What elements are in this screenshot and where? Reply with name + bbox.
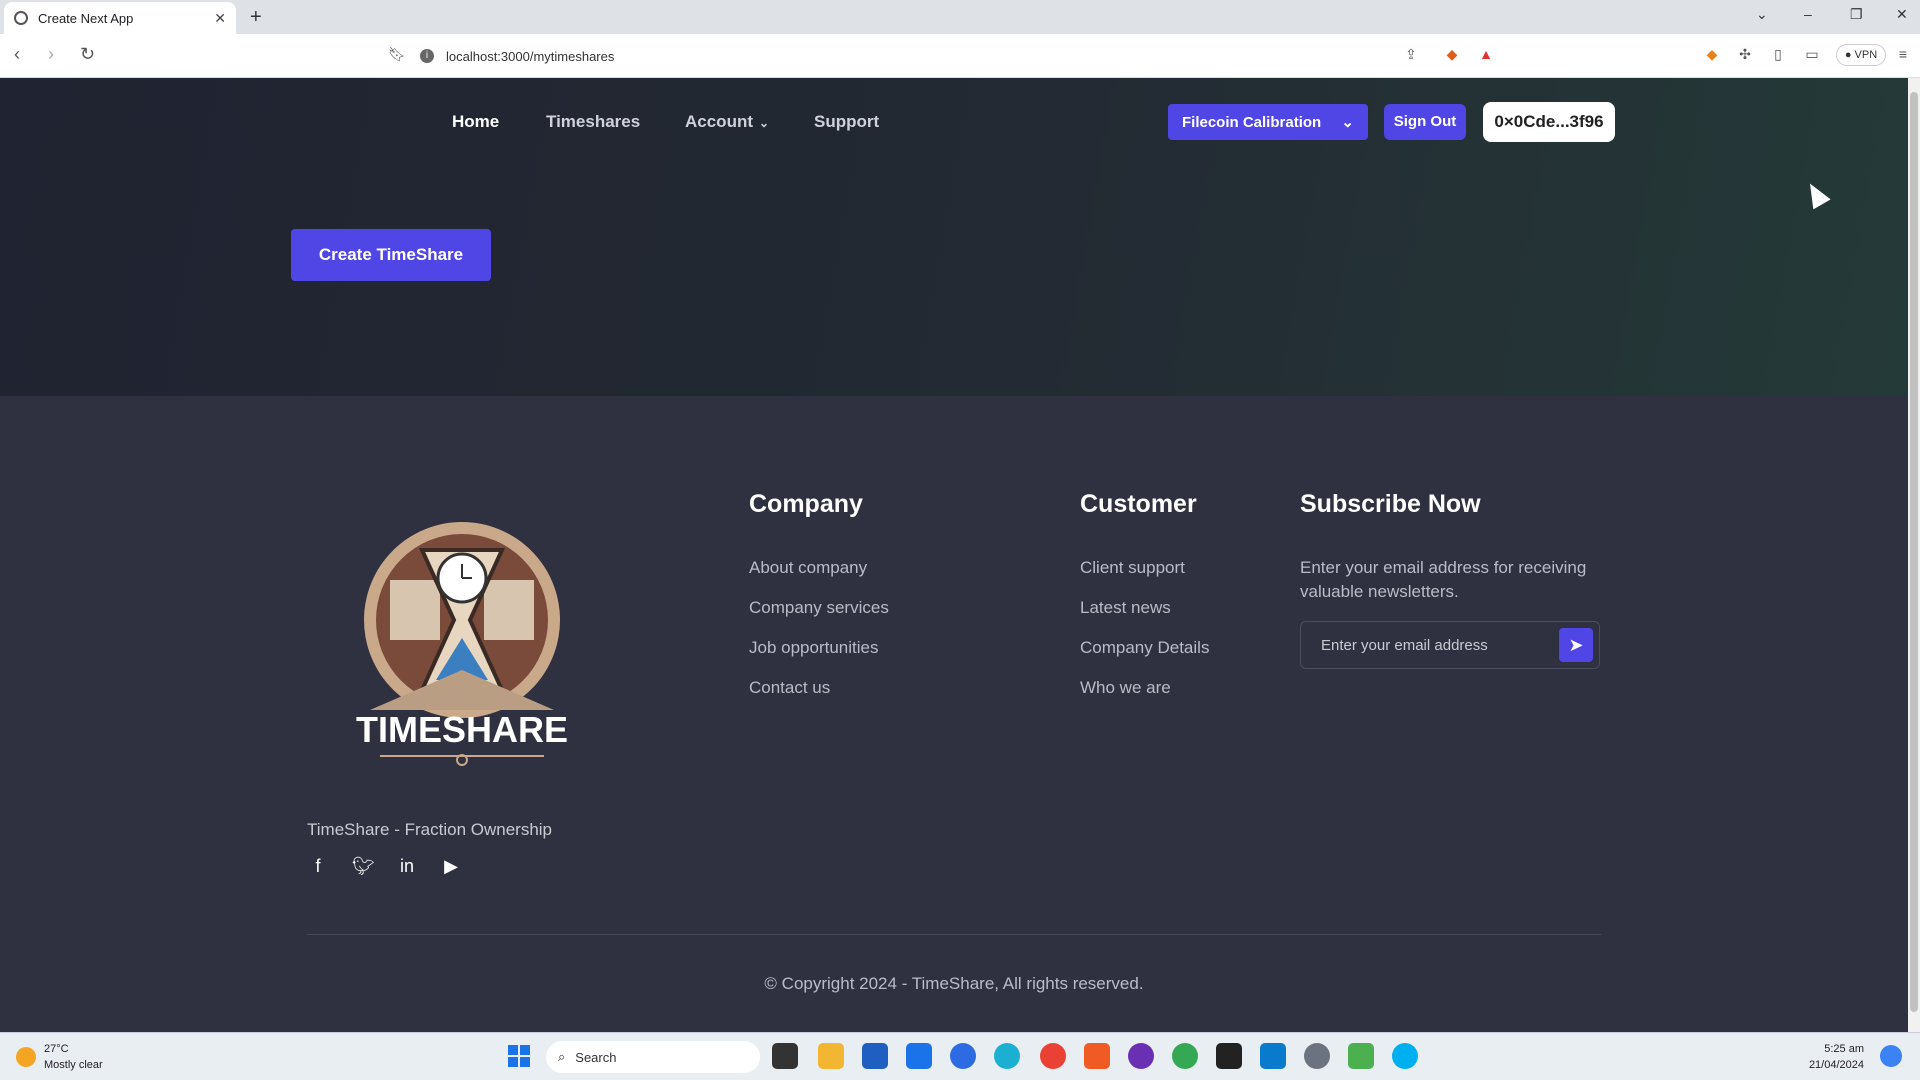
- mail-icon[interactable]: [906, 1043, 932, 1069]
- nav-account-label: Account: [685, 112, 753, 131]
- company-link[interactable]: About company: [749, 558, 867, 578]
- taskbar-search[interactable]: ⌕ Search: [546, 1041, 760, 1073]
- company-heading: Company: [749, 490, 863, 518]
- chrome-icon[interactable]: [1040, 1043, 1066, 1069]
- menu-icon[interactable]: ≡: [1894, 46, 1912, 64]
- nav-account[interactable]: Account ⌄: [685, 112, 769, 132]
- company-link[interactable]: Contact us: [749, 678, 830, 698]
- app-icon[interactable]: [1128, 1043, 1154, 1069]
- url-text: localhost:3000/mytimeshares: [446, 48, 615, 64]
- metamask-icon[interactable]: ◆: [1703, 46, 1721, 64]
- windows-start-icon[interactable]: [508, 1045, 530, 1067]
- search-icon: ⌕: [558, 1049, 566, 1064]
- page-scrollbar[interactable]: [1908, 78, 1920, 1032]
- footer-divider: [307, 934, 1601, 935]
- brave-shield-icon[interactable]: ◆: [1443, 46, 1461, 64]
- weather-widget[interactable]: 27°C Mostly clear: [16, 1041, 103, 1073]
- bookmark-icon[interactable]: 🔖︎: [388, 46, 406, 64]
- tab-title: Create Next App: [38, 10, 134, 26]
- forward-icon[interactable]: ›: [48, 44, 54, 65]
- chevron-down-icon: ⌄: [759, 116, 770, 130]
- vpn-button[interactable]: ● VPN: [1836, 44, 1886, 66]
- close-tab-icon[interactable]: ✕: [214, 10, 226, 27]
- date: 21/04/2024: [1808, 1059, 1864, 1071]
- web-page: Home Timeshares Account ⌄ Support Filecoi…: [0, 78, 1908, 1032]
- customer-heading: Customer: [1080, 490, 1197, 518]
- email-input[interactable]: [1321, 636, 1559, 654]
- share-icon[interactable]: ⇪: [1402, 46, 1420, 64]
- svg-text:TIMESHARE: TIMESHARE: [356, 709, 568, 750]
- timeshare-logo: TIMESHARE: [356, 522, 568, 766]
- network-select-value: Filecoin Calibration: [1182, 113, 1322, 131]
- zoom-icon[interactable]: [950, 1043, 976, 1069]
- send-icon[interactable]: ➤: [1559, 628, 1593, 662]
- chevron-down-icon: ⌄: [1341, 114, 1354, 131]
- company-link[interactable]: Company services: [749, 598, 889, 618]
- mouse-cursor: [1801, 178, 1831, 210]
- weather-status: Mostly clear: [44, 1059, 103, 1071]
- wallet-address-button[interactable]: 0×0Cde...3f96: [1483, 102, 1615, 142]
- footer-tagline: TimeShare - Fraction Ownership: [307, 820, 553, 839]
- network-select[interactable]: Filecoin Calibration ⌄: [1168, 104, 1368, 140]
- notification-icon[interactable]: [1880, 1045, 1902, 1067]
- address-bar[interactable]: i localhost:3000/mytimeshares: [420, 40, 1500, 72]
- browser-tab[interactable]: Create Next App ✕: [4, 2, 236, 34]
- skype-icon[interactable]: [1392, 1043, 1418, 1069]
- terminal-icon[interactable]: [1216, 1043, 1242, 1069]
- new-tab-button[interactable]: +: [250, 6, 262, 29]
- customer-link[interactable]: Company Details: [1080, 638, 1209, 658]
- reload-icon[interactable]: ↻: [80, 44, 95, 65]
- edge-icon[interactable]: [994, 1043, 1020, 1069]
- nav-support[interactable]: Support: [814, 112, 879, 132]
- footer: TIMESHARE TimeShare - Fraction Ownership…: [0, 396, 1908, 1032]
- copyright: © Copyright 2024 - TimeShare, All rights…: [764, 974, 1144, 993]
- vscode-icon[interactable]: [1260, 1043, 1286, 1069]
- twitter-icon[interactable]: 🐦︎: [352, 856, 375, 878]
- brave-icon[interactable]: [1084, 1043, 1110, 1069]
- browser-toolbar: ‹ › ↻ 🔖︎ i localhost:3000/mytimeshares ⇪…: [0, 34, 1920, 78]
- company-link[interactable]: Job opportunities: [749, 638, 878, 658]
- customer-link[interactable]: Who we are: [1080, 678, 1171, 698]
- subscribe-text: Enter your email address for receiving v…: [1300, 558, 1587, 601]
- facebook-icon[interactable]: f: [307, 856, 329, 878]
- site-info-icon[interactable]: i: [420, 49, 434, 63]
- search-label: Search: [575, 1049, 617, 1065]
- extensions-icon[interactable]: ✣: [1736, 46, 1754, 64]
- minimize-button[interactable]: –: [1804, 6, 1812, 22]
- youtube-icon[interactable]: ▶: [440, 856, 462, 878]
- store-icon[interactable]: [862, 1043, 888, 1069]
- globe-icon: [14, 11, 28, 25]
- wallet-icon[interactable]: ▭: [1803, 46, 1821, 64]
- nav-home[interactable]: Home: [452, 112, 499, 132]
- restore-button[interactable]: ❐: [1850, 6, 1863, 23]
- chrome-alt-icon[interactable]: [1172, 1043, 1198, 1069]
- weather-icon: [16, 1047, 36, 1067]
- clock[interactable]: 5:25 am 21/04/2024: [1780, 1041, 1864, 1073]
- scrollbar-thumb[interactable]: [1910, 92, 1918, 1012]
- notepad-icon[interactable]: [1348, 1043, 1374, 1069]
- hero-section: Home Timeshares Account ⌄ Support Filecoi…: [0, 78, 1908, 396]
- customer-link[interactable]: Client support: [1080, 558, 1185, 578]
- create-timeshare-button[interactable]: Create TimeShare: [291, 229, 491, 281]
- brave-rewards-icon[interactable]: ▲: [1477, 46, 1495, 64]
- settings-icon[interactable]: [1304, 1043, 1330, 1069]
- file-explorer-icon[interactable]: [818, 1043, 844, 1069]
- task-view-icon[interactable]: [772, 1043, 798, 1069]
- customer-link[interactable]: Latest news: [1080, 598, 1171, 618]
- browser-tab-bar: Create Next App ✕ + ⌄ – ❐ ✕: [0, 0, 1920, 34]
- sidebar-icon[interactable]: ▯: [1769, 46, 1787, 64]
- nav-timeshares[interactable]: Timeshares: [546, 112, 640, 132]
- time: 5:25 am: [1824, 1043, 1864, 1055]
- newsletter-form: ➤: [1300, 621, 1600, 669]
- tab-list-icon[interactable]: ⌄: [1756, 6, 1768, 23]
- subscribe-heading: Subscribe Now: [1300, 490, 1481, 518]
- close-window-button[interactable]: ✕: [1896, 6, 1908, 23]
- back-icon[interactable]: ‹: [14, 44, 20, 65]
- os-taskbar: 27°C Mostly clear ⌕ Search 5:25 am 21/04/20…: [0, 1032, 1920, 1080]
- sign-out-button[interactable]: Sign Out: [1384, 104, 1466, 140]
- linkedin-icon[interactable]: in: [396, 856, 418, 878]
- temperature: 27°C: [44, 1043, 69, 1055]
